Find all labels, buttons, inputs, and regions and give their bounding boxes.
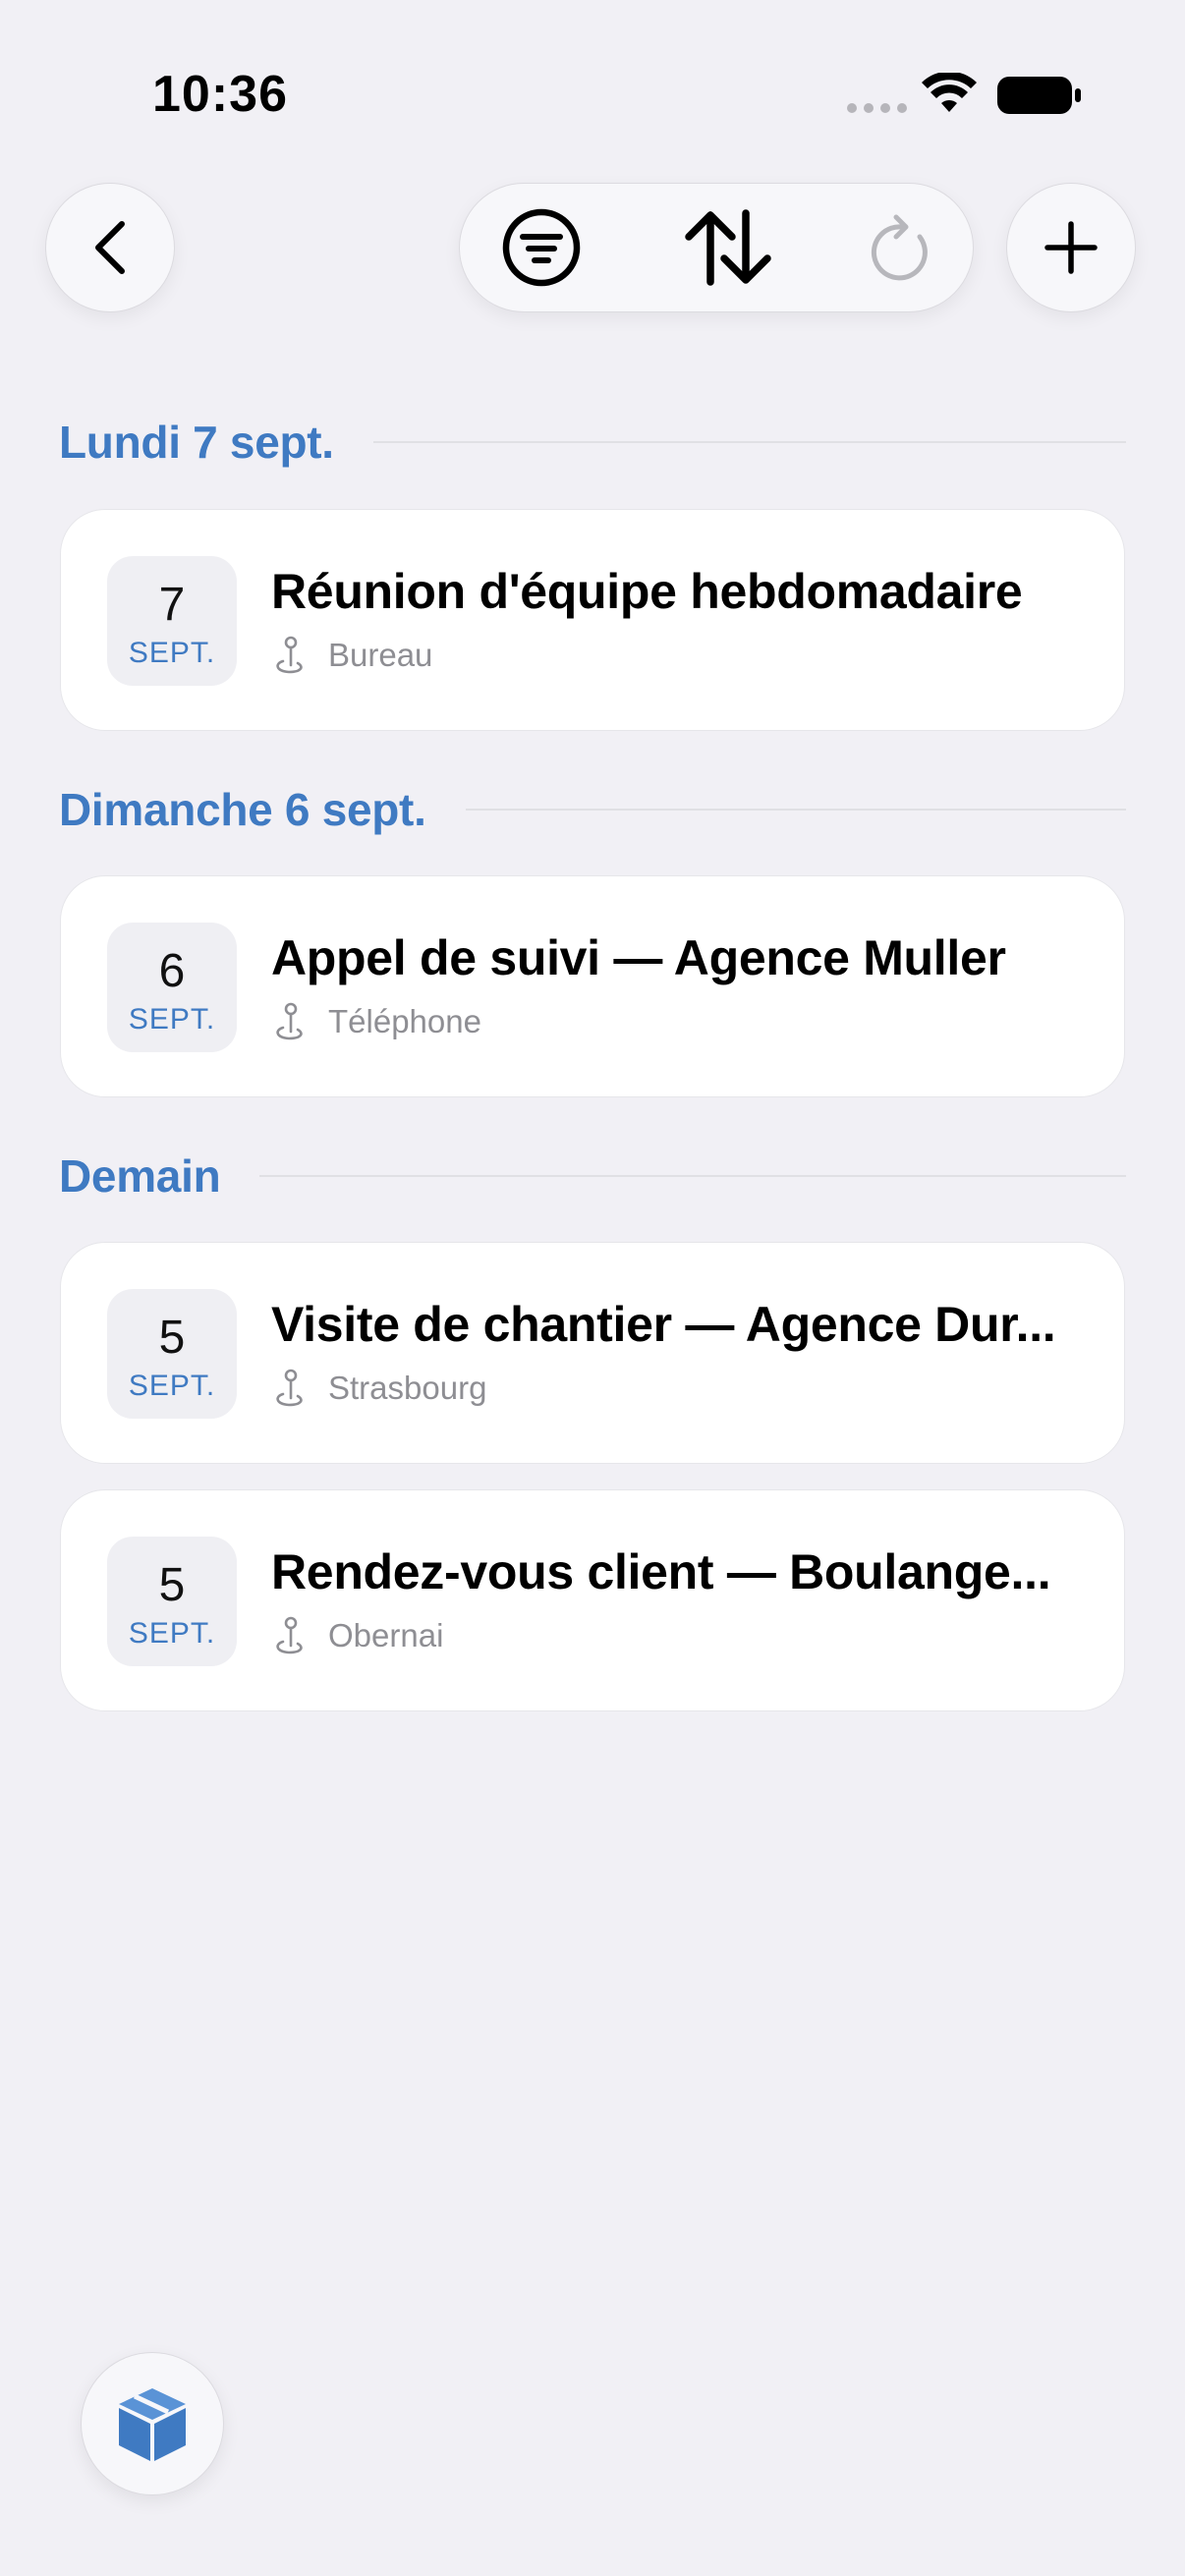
location-pin-icon xyxy=(276,636,303,674)
location-pin-icon xyxy=(276,1002,303,1040)
filter-button[interactable] xyxy=(497,184,586,310)
event-title: Appel de suivi — Agence Muller xyxy=(271,930,1006,985)
cube-box-icon xyxy=(119,2388,186,2461)
archive-box-button[interactable] xyxy=(81,2352,224,2495)
event-location: Strasbourg xyxy=(271,1369,486,1408)
plus-icon xyxy=(1044,221,1098,274)
event-card[interactable]: 5 SEPT. Rendez-vous client — Boulange...… xyxy=(60,1489,1125,1711)
arrow-up-down-icon xyxy=(685,208,771,286)
section-title: Lundi 7 sept. xyxy=(59,417,334,468)
back-button[interactable] xyxy=(45,183,175,312)
event-date-badge: 7 SEPT. xyxy=(107,556,237,686)
event-date-badge: 5 SEPT. xyxy=(107,1537,237,1666)
add-button[interactable] xyxy=(1006,183,1136,312)
event-title: Rendez-vous client — Boulange... xyxy=(271,1544,1051,1599)
section-divider xyxy=(465,809,1126,811)
event-card[interactable]: 5 SEPT. Visite de chantier — Agence Dur.… xyxy=(60,1242,1125,1464)
event-location-label: Strasbourg xyxy=(328,1370,487,1406)
cellular-signal-icon xyxy=(847,103,907,113)
section-divider xyxy=(372,441,1126,443)
event-location-label: Téléphone xyxy=(328,1003,481,1039)
event-date-badge: 6 SEPT. xyxy=(107,923,237,1052)
toolbar-actions xyxy=(459,183,974,312)
wifi-icon xyxy=(922,71,977,119)
chevron-left-icon xyxy=(95,221,125,274)
event-day: 6 xyxy=(158,945,186,997)
event-card[interactable]: 7 SEPT. Réunion d'équipe hebdomadaire Bu… xyxy=(60,509,1125,731)
event-location: Téléphone xyxy=(271,1002,481,1041)
section-header: Demain xyxy=(59,1147,1126,1205)
event-location-label: Obernai xyxy=(328,1617,444,1653)
status-bar: 10:36 xyxy=(0,0,1185,177)
location-pin-icon xyxy=(276,1369,303,1407)
event-card[interactable]: 6 SEPT. Appel de suivi — Agence Muller T… xyxy=(60,875,1125,1097)
event-month: SEPT. xyxy=(128,637,216,669)
event-month: SEPT. xyxy=(128,1617,216,1650)
location-pin-icon xyxy=(276,1616,303,1654)
refresh-icon xyxy=(871,214,928,280)
event-title: Visite de chantier — Agence Dur... xyxy=(271,1297,1056,1352)
battery-icon xyxy=(997,75,1082,121)
event-day: 5 xyxy=(158,1559,186,1611)
section-header: Dimanche 6 sept. xyxy=(59,780,1126,839)
sort-button[interactable] xyxy=(674,184,782,310)
event-title: Réunion d'équipe hebdomadaire xyxy=(271,564,1023,619)
event-day: 7 xyxy=(158,579,186,631)
event-location: Bureau xyxy=(271,636,432,675)
event-location: Obernai xyxy=(271,1616,443,1655)
event-month: SEPT. xyxy=(128,1003,216,1036)
section-title: Demain xyxy=(59,1150,221,1202)
section-title: Dimanche 6 sept. xyxy=(59,784,426,835)
event-month: SEPT. xyxy=(128,1370,216,1402)
filter-lines-icon xyxy=(502,208,581,286)
event-date-badge: 5 SEPT. xyxy=(107,1289,237,1419)
refresh-button[interactable] xyxy=(863,184,941,310)
section-divider xyxy=(259,1175,1126,1177)
section-header: Lundi 7 sept. xyxy=(59,413,1126,472)
status-time: 10:36 xyxy=(152,66,288,123)
event-day: 5 xyxy=(158,1312,186,1364)
event-location-label: Bureau xyxy=(328,637,433,673)
